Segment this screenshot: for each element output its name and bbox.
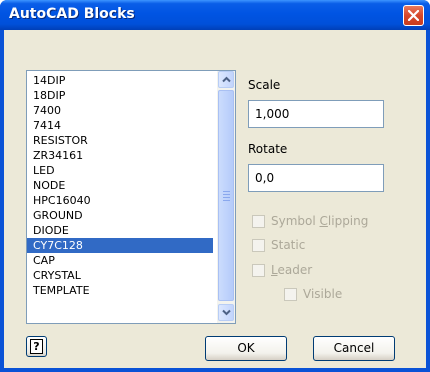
dialog-title: AutoCAD Blocks — [9, 6, 135, 22]
title-bar[interactable]: AutoCAD Blocks — [0, 0, 430, 30]
list-item[interactable]: ZR34161 — [27, 148, 213, 163]
list-item[interactable]: NODE — [27, 178, 213, 193]
scale-label: Scale — [248, 78, 281, 92]
static-label: Static — [271, 238, 306, 252]
list-item[interactable]: CAP — [27, 253, 213, 268]
vertical-scrollbar[interactable] — [217, 71, 235, 323]
visible-checkbox[interactable] — [284, 288, 297, 301]
list-item[interactable]: CY7C128 — [27, 238, 213, 253]
ok-button[interactable]: OK — [205, 336, 287, 361]
thumb-grip-line — [223, 194, 230, 195]
list-item[interactable]: CRYSTAL — [27, 268, 213, 283]
static-checkbox[interactable] — [252, 239, 265, 252]
rotate-label: Rotate — [248, 142, 288, 156]
list-item[interactable]: RESISTOR — [27, 133, 213, 148]
list-item[interactable]: 7414 — [27, 118, 213, 133]
leader-label: Leader — [271, 263, 313, 277]
blocks-listbox[interactable]: 14DIP 18DIP 7400 7414 RESISTOR ZR34161 LED NODE… — [26, 70, 236, 324]
thumb-grip-line — [223, 191, 230, 192]
chevron-up-icon — [222, 76, 231, 83]
list-item[interactable]: 18DIP — [27, 88, 213, 103]
scale-input[interactable]: 1,000 — [248, 100, 384, 128]
list-item[interactable]: TEMPLATE — [27, 283, 213, 298]
blocks-list-items: 14DIP 18DIP 7400 7414 RESISTOR ZR34161 LED NODE… — [27, 73, 213, 298]
list-item[interactable]: DIODE — [27, 223, 213, 238]
symbol-clipping-checkbox[interactable] — [252, 215, 265, 228]
list-item[interactable]: 14DIP — [27, 73, 213, 88]
dialog-body: 14DIP 18DIP 7400 7414 RESISTOR ZR34161 LED NODE… — [4, 30, 426, 368]
thumb-grip-line — [223, 197, 230, 198]
scroll-up-button[interactable] — [218, 71, 234, 88]
list-item[interactable]: HPC16040 — [27, 193, 213, 208]
scroll-thumb[interactable] — [218, 90, 234, 301]
close-icon — [408, 10, 419, 21]
symbol-clipping-label: Symbol Clipping — [271, 214, 369, 228]
help-button[interactable]: ? — [26, 336, 47, 357]
list-item[interactable]: LED — [27, 163, 213, 178]
help-icon: ? — [30, 339, 43, 354]
list-item[interactable]: 7400 — [27, 103, 213, 118]
list-item[interactable]: GROUND — [27, 208, 213, 223]
cancel-button[interactable]: Cancel — [313, 336, 395, 361]
autocad-blocks-dialog: AutoCAD Blocks 14DIP 18DIP 7400 7414 RESISTO… — [0, 0, 430, 372]
scroll-down-button[interactable] — [218, 304, 234, 321]
chevron-down-icon — [222, 309, 231, 316]
thumb-grip-line — [223, 200, 230, 201]
close-button[interactable] — [403, 5, 424, 26]
visible-label: Visible — [303, 287, 343, 301]
leader-checkbox[interactable] — [252, 264, 265, 277]
rotate-input[interactable]: 0,0 — [248, 164, 384, 192]
